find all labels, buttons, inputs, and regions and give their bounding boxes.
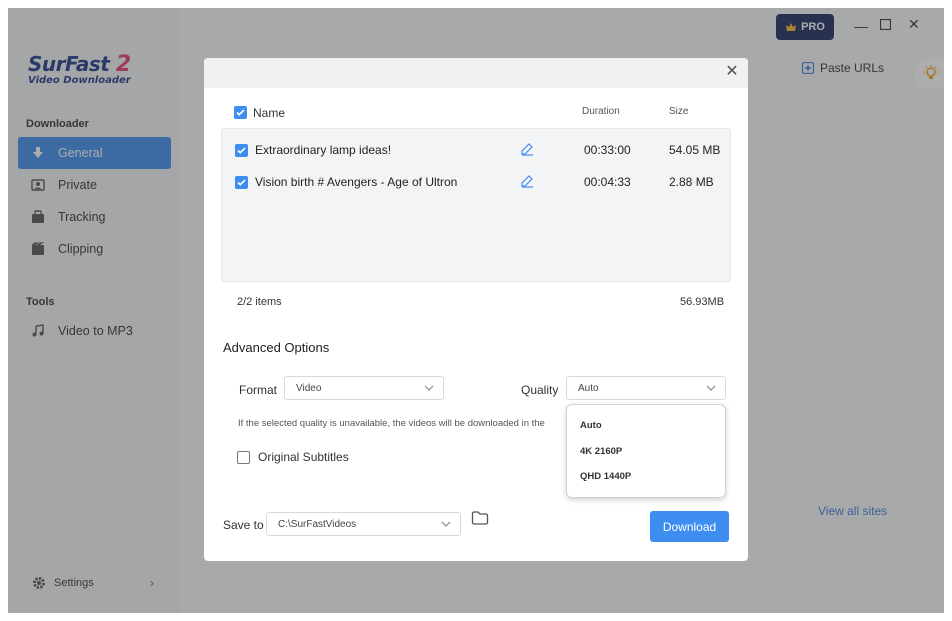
duration-column-header: Duration xyxy=(582,106,620,117)
video-name: Extraordinary lamp ideas! xyxy=(255,143,392,157)
format-value: Video xyxy=(296,382,322,394)
quality-dropdown: Auto 4K 2160P QHD 1440P xyxy=(566,404,726,498)
items-count: 2/2 items xyxy=(237,296,282,308)
subtitles-label: Original Subtitles xyxy=(258,450,349,464)
download-dialog: ✕ Name Duration Size Extraordinary lamp … xyxy=(204,58,748,561)
save-to-label: Save to xyxy=(223,518,264,532)
chevron-down-icon xyxy=(424,383,434,396)
video-name: Vision birth # Avengers - Age of Ultron xyxy=(255,175,458,189)
original-subtitles-option[interactable]: Original Subtitles xyxy=(237,450,349,464)
format-select[interactable]: Video xyxy=(284,376,444,400)
chevron-down-icon xyxy=(706,383,716,396)
subtitles-checkbox[interactable] xyxy=(237,450,250,464)
folder-icon[interactable] xyxy=(471,510,489,531)
app-window: SurFast 2 Video Downloader Downloader Ge… xyxy=(8,8,944,613)
total-size: 56.93MB xyxy=(680,296,725,308)
select-all-checkbox[interactable] xyxy=(234,106,247,119)
quality-option-4k[interactable]: 4K 2160P xyxy=(580,446,622,457)
advanced-options-title: Advanced Options xyxy=(223,340,330,355)
quality-note: If the selected quality is unavailable, … xyxy=(238,418,545,429)
video-size: 2.88 MB xyxy=(669,175,714,189)
row-checkbox[interactable] xyxy=(235,143,248,157)
quality-option-qhd[interactable]: QHD 1440P xyxy=(580,471,631,482)
row-checkbox[interactable] xyxy=(235,175,248,189)
video-duration: 00:04:33 xyxy=(584,175,631,189)
dialog-header: ✕ xyxy=(204,58,748,88)
quality-label: Quality xyxy=(521,383,559,397)
table-row[interactable]: Extraordinary lamp ideas! 00:33:00 54.05… xyxy=(222,138,730,162)
name-column-header: Name xyxy=(253,106,286,120)
download-button[interactable]: Download xyxy=(650,511,729,542)
save-path-select[interactable]: C:\SurFastVideos xyxy=(266,512,461,536)
size-column-header: Size xyxy=(669,106,689,117)
edit-pencil-icon[interactable] xyxy=(520,174,534,191)
close-icon[interactable]: ✕ xyxy=(724,64,740,80)
video-size: 54.05 MB xyxy=(669,143,721,157)
save-path-value: C:\SurFastVideos xyxy=(278,518,357,530)
quality-select[interactable]: Auto xyxy=(566,376,726,400)
video-list: Extraordinary lamp ideas! 00:33:00 54.05… xyxy=(221,128,731,282)
table-row[interactable]: Vision birth # Avengers - Age of Ultron … xyxy=(222,170,730,194)
format-label: Format xyxy=(239,383,278,397)
quality-option-auto[interactable]: Auto xyxy=(580,420,602,431)
quality-value: Auto xyxy=(578,382,599,394)
video-duration: 00:33:00 xyxy=(584,143,631,157)
chevron-down-icon xyxy=(441,519,451,532)
edit-pencil-icon[interactable] xyxy=(520,142,534,159)
